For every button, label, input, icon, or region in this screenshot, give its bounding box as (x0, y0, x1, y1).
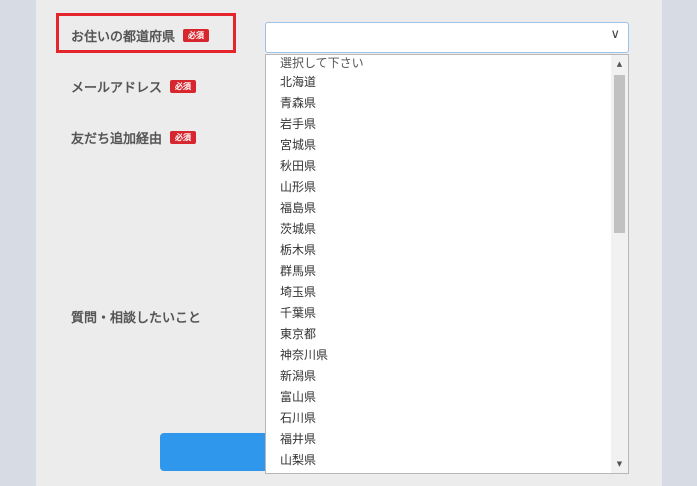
option-tochigi[interactable]: 栃木県 (266, 240, 610, 261)
scroll-down-arrow-icon[interactable]: ▼ (611, 457, 628, 471)
option-gunma[interactable]: 群馬県 (266, 261, 610, 282)
prefecture-label-text: お住いの都道府県 (71, 30, 176, 45)
required-badge: 必須 (170, 131, 197, 144)
question-label: 質問・相談したいこと (71, 307, 201, 326)
chevron-down-icon: ∨ (610, 27, 620, 42)
option-iwate[interactable]: 岩手県 (266, 114, 610, 135)
required-badge: 必須 (170, 80, 197, 93)
option-toyama[interactable]: 富山県 (266, 387, 610, 408)
required-badge: 必須 (183, 29, 210, 42)
question-label-text: 質問・相談したいこと (71, 311, 202, 326)
option-fukui[interactable]: 福井県 (266, 429, 610, 450)
option-fukushima[interactable]: 福島県 (266, 198, 610, 219)
prefecture-label: お住いの都道府県 必須 (71, 26, 210, 45)
prefecture-options: 選択して下さい 北海道 青森県 岩手県 宮城県 秋田県 山形県 福島県 茨城県 … (266, 55, 610, 471)
option-chiba[interactable]: 千葉県 (266, 303, 610, 324)
submit-button[interactable] (160, 433, 270, 471)
referral-label-text: 友だち追加経由 (71, 132, 163, 147)
option-niigata[interactable]: 新潟県 (266, 366, 610, 387)
prefecture-dropdown-list[interactable]: 選択して下さい 北海道 青森県 岩手県 宮城県 秋田県 山形県 福島県 茨城県 … (265, 54, 629, 474)
option-yamagata[interactable]: 山形県 (266, 177, 610, 198)
option-placeholder[interactable]: 選択して下さい (266, 55, 610, 72)
option-miyagi[interactable]: 宮城県 (266, 135, 610, 156)
option-ishikawa[interactable]: 石川県 (266, 408, 610, 429)
scroll-up-arrow-icon[interactable]: ▲ (611, 57, 628, 71)
option-kanagawa[interactable]: 神奈川県 (266, 345, 610, 366)
scrollbar-thumb[interactable] (614, 75, 625, 233)
option-tokyo[interactable]: 東京都 (266, 324, 610, 345)
email-label: メールアドレス 必須 (71, 77, 197, 96)
option-yamanashi[interactable]: 山梨県 (266, 450, 610, 471)
option-hokkaido[interactable]: 北海道 (266, 72, 610, 93)
option-akita[interactable]: 秋田県 (266, 156, 610, 177)
dropdown-scrollbar[interactable]: ▲ ▼ (611, 55, 628, 473)
option-ibaraki[interactable]: 茨城県 (266, 219, 610, 240)
email-label-text: メールアドレス (71, 81, 163, 96)
prefecture-select[interactable]: ∨ (265, 22, 629, 53)
option-saitama[interactable]: 埼玉県 (266, 282, 610, 303)
option-aomori[interactable]: 青森県 (266, 93, 610, 114)
referral-label: 友だち追加経由 必須 (71, 128, 197, 147)
